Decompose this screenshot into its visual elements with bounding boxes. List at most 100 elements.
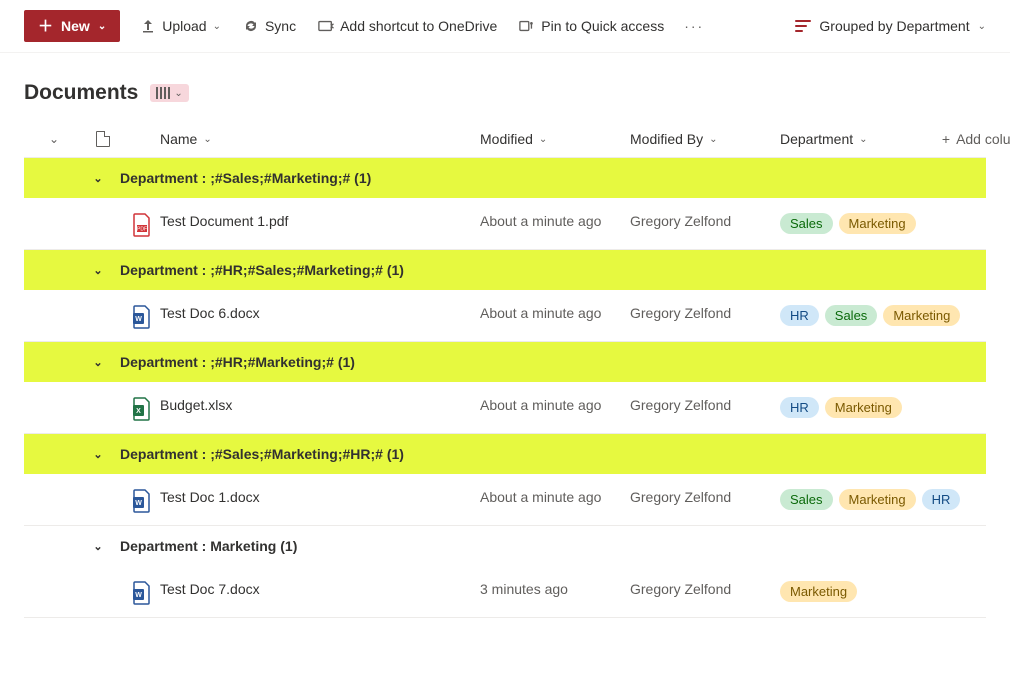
chevron-down-icon: ⌄ — [88, 172, 108, 185]
department-tags: Sales Marketing HR — [780, 489, 1010, 510]
chevron-down-icon: ⌄ — [88, 264, 108, 277]
chevron-down-icon: ⌄ — [709, 134, 717, 145]
file-name[interactable]: Test Doc 1.docx — [160, 489, 480, 505]
svg-text:W: W — [135, 592, 142, 599]
chevron-down-icon: ⌄ — [978, 21, 986, 32]
svg-text:W: W — [135, 316, 142, 323]
modified-time: About a minute ago — [480, 489, 630, 505]
grouped-by-button[interactable]: Grouped by Department ⌄ — [795, 18, 986, 34]
column-modified-by[interactable]: Modified By⌄ — [630, 131, 780, 147]
docx-file-icon: W — [132, 489, 150, 511]
new-button[interactable]: ＋ New ⌄ — [24, 10, 120, 42]
file-name[interactable]: Test Doc 7.docx — [160, 581, 480, 597]
list-item[interactable]: X Budget.xlsxAbout a minute agoGregory Ze… — [24, 382, 986, 433]
tag-marketing[interactable]: Marketing — [839, 489, 916, 510]
columns-icon — [156, 87, 170, 99]
plus-icon: + — [942, 131, 950, 147]
add-column-button[interactable]: +Add column — [930, 131, 1010, 147]
modified-time: 3 minutes ago — [480, 581, 630, 597]
add-shortcut-button[interactable]: Add shortcut to OneDrive — [316, 14, 499, 38]
column-department[interactable]: Department⌄ — [780, 131, 930, 147]
chevron-down-icon: ⌄ — [203, 134, 211, 145]
group-label: Department : ;#Sales;#Marketing;#HR;# (1… — [120, 446, 404, 462]
department-tags: Marketing — [780, 581, 1010, 602]
shortcut-icon — [318, 18, 334, 34]
xlsx-file-icon: X — [132, 397, 150, 419]
grouped-label: Grouped by Department — [819, 18, 969, 34]
chevron-down-icon: ⌄ — [88, 356, 108, 369]
sync-label: Sync — [265, 18, 296, 34]
docx-file-icon: W — [132, 305, 150, 327]
chevron-down-icon: ⌄ — [88, 448, 108, 461]
modified-by: Gregory Zelfond — [630, 581, 780, 597]
tag-marketing[interactable]: Marketing — [839, 213, 916, 234]
tag-marketing[interactable]: Marketing — [883, 305, 960, 326]
modified-time: About a minute ago — [480, 305, 630, 321]
select-all-toggle[interactable]: ⌄ — [49, 132, 59, 146]
tag-sales[interactable]: Sales — [825, 305, 878, 326]
chevron-down-icon: ⌄ — [859, 134, 867, 145]
sync-icon — [243, 18, 259, 34]
page-header: Documents ⌄ — [0, 53, 1010, 113]
group-label: Department : ;#Sales;#Marketing;# (1) — [120, 170, 371, 186]
department-tags: HR SalesMarketing — [780, 305, 1010, 326]
column-modified[interactable]: Modified⌄ — [480, 131, 630, 147]
new-button-label: New — [61, 18, 90, 34]
column-headers: ⌄ Name⌄ Modified⌄ Modified By⌄ Departmen… — [24, 113, 986, 158]
tag-marketing[interactable]: Marketing — [780, 581, 857, 602]
group-label: Department : Marketing (1) — [120, 538, 297, 554]
plus-icon: ＋ — [38, 19, 53, 34]
chevron-down-icon: ⌄ — [88, 540, 108, 553]
list-item[interactable]: PDF Test Document 1.pdfAbout a minute ago… — [24, 198, 986, 249]
chevron-down-icon: ⌄ — [98, 21, 106, 32]
file-name[interactable]: Test Doc 6.docx — [160, 305, 480, 321]
shortcut-label: Add shortcut to OneDrive — [340, 18, 497, 34]
modified-time: About a minute ago — [480, 213, 630, 229]
upload-label: Upload — [162, 18, 206, 34]
upload-button[interactable]: Upload ⌄ — [138, 14, 223, 38]
group-label: Department : ;#HR;#Marketing;# (1) — [120, 354, 355, 370]
sync-button[interactable]: Sync — [241, 14, 298, 38]
column-name[interactable]: Name⌄ — [160, 131, 480, 147]
tag-hr[interactable]: HR — [780, 305, 819, 326]
department-tags: Sales Marketing — [780, 213, 1010, 234]
column-type[interactable] — [84, 131, 122, 147]
department-tags: HR Marketing — [780, 397, 1010, 418]
overflow-menu[interactable]: ··· — [684, 18, 704, 34]
chevron-down-icon: ⌄ — [174, 88, 182, 99]
file-name[interactable]: Budget.xlsx — [160, 397, 480, 413]
group-header[interactable]: ⌄ Department : ;#Sales;#Marketing;#HR;# (… — [24, 434, 986, 474]
modified-time: About a minute ago — [480, 397, 630, 413]
docx-file-icon: W — [132, 581, 150, 603]
group-label: Department : ;#HR;#Sales;#Marketing;# (1… — [120, 262, 404, 278]
view-switcher[interactable]: ⌄ — [150, 84, 188, 102]
group-lines-icon — [795, 20, 811, 32]
list-item[interactable]: W Test Doc 6.docxAbout a minute agoGregor… — [24, 290, 986, 341]
group-header[interactable]: ⌄ Department : Marketing (1) — [24, 526, 986, 566]
list-item[interactable]: W Test Doc 7.docx3 minutes agoGregory Zel… — [24, 566, 986, 617]
command-bar: ＋ New ⌄ Upload ⌄ Sync Add shortcut to On… — [0, 0, 1010, 53]
pin-button[interactable]: Pin to Quick access — [517, 14, 666, 38]
group-header[interactable]: ⌄ Department : ;#HR;#Sales;#Marketing;# (… — [24, 250, 986, 290]
svg-text:W: W — [135, 500, 142, 507]
tag-sales[interactable]: Sales — [780, 213, 833, 234]
file-icon — [96, 131, 110, 147]
list-item[interactable]: WTest Doc 1.docxAbout a minute agoGregor… — [24, 474, 986, 525]
modified-by: Gregory Zelfond — [630, 397, 780, 413]
group-header[interactable]: ⌄ Department : ;#HR;#Marketing;# (1) — [24, 342, 986, 382]
pin-icon — [519, 18, 535, 34]
tag-hr[interactable]: HR — [922, 489, 961, 510]
group-header[interactable]: ⌄ Department : ;#Sales;#Marketing;# (1) — [24, 158, 986, 198]
tag-marketing[interactable]: Marketing — [825, 397, 902, 418]
pdf-file-icon: PDF — [132, 213, 150, 235]
chevron-down-icon: ⌄ — [213, 21, 221, 32]
tag-sales[interactable]: Sales — [780, 489, 833, 510]
tag-hr[interactable]: HR — [780, 397, 819, 418]
file-name[interactable]: Test Document 1.pdf — [160, 213, 480, 229]
document-list: ⌄ Name⌄ Modified⌄ Modified By⌄ Departmen… — [0, 113, 1010, 648]
pin-label: Pin to Quick access — [541, 18, 664, 34]
page-title: Documents — [24, 81, 138, 105]
chevron-down-icon: ⌄ — [539, 134, 547, 145]
modified-by: Gregory Zelfond — [630, 305, 780, 321]
modified-by: Gregory Zelfond — [630, 213, 780, 229]
